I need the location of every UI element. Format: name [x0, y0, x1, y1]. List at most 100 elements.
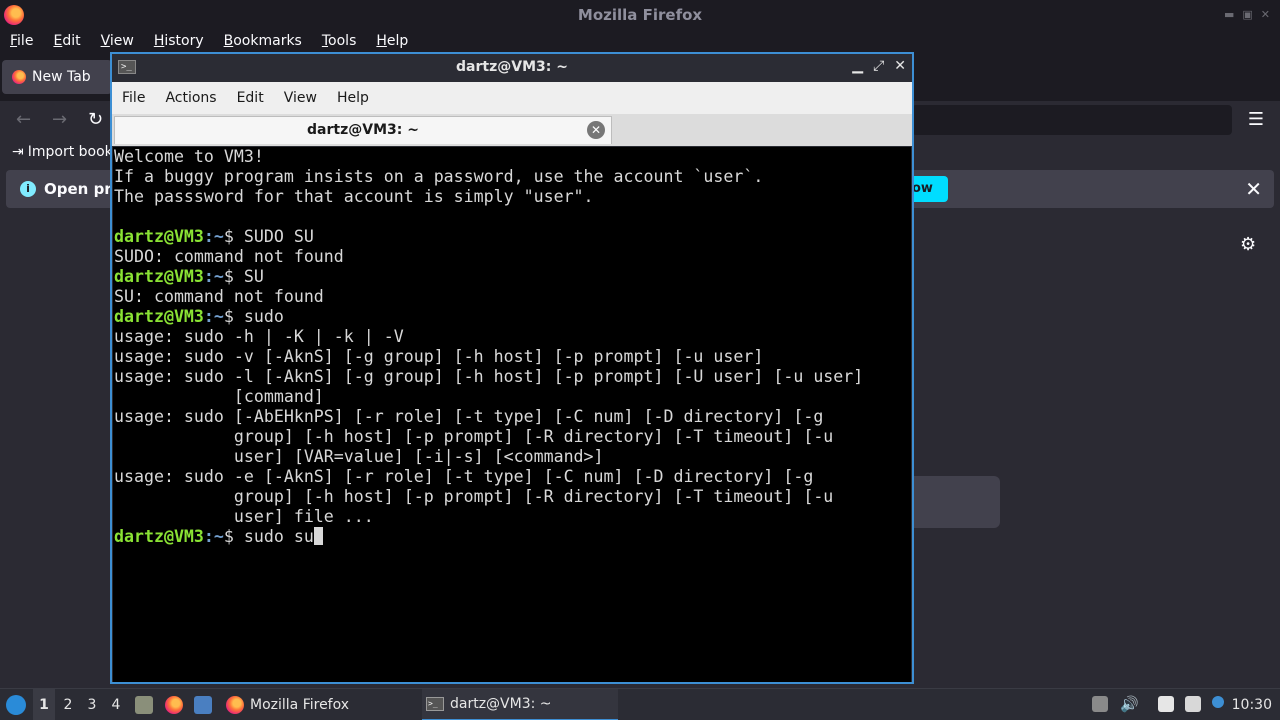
terminal-output-line: user] [VAR=value] [-i|-s] [<command>] [114, 447, 604, 466]
prompt-user: dartz@VM3 [114, 307, 204, 326]
minimize-icon[interactable]: ▁ [852, 58, 863, 74]
terminal-output-line: SUDO: command not found [114, 247, 344, 266]
show-desktop-icon[interactable] [194, 696, 212, 714]
workspace-4[interactable]: 4 [105, 689, 127, 720]
task-firefox[interactable]: Mozilla Firefox [222, 689, 412, 720]
terminal-prompt-line: dartz@VM3:~$ sudo su [114, 527, 911, 547]
firefox-window-title: Mozilla Firefox [577, 6, 703, 24]
terminal-output-line: usage: sudo -h | -K | -k | -V [114, 327, 404, 346]
prompt-user: dartz@VM3 [114, 267, 204, 286]
firefox-menu-file[interactable]: File [10, 33, 33, 49]
command-text: sudo su [243, 527, 314, 546]
prompt-path: :~ [203, 267, 224, 286]
firefox-menu-view[interactable]: View [101, 33, 134, 49]
firefox-menu-edit[interactable]: Edit [53, 33, 80, 49]
prompt-symbol: $ [223, 527, 244, 546]
clock[interactable]: 10:30 [1232, 689, 1272, 720]
prompt-path: :~ [203, 527, 224, 546]
firefox-titlebar: Mozilla Firefox ▬ ▣ ✕ [0, 0, 1280, 30]
terminal-prompt-line: dartz@VM3:~$ SUDO SU [114, 227, 911, 247]
prompt-user: dartz@VM3 [114, 527, 204, 546]
prompt-symbol: $ [223, 307, 244, 326]
terminal-tab[interactable]: dartz@VM3: ~ ✕ [114, 116, 612, 144]
terminal-output[interactable]: Welcome to VM3! If a buggy program insist… [113, 147, 911, 682]
terminal-output-line: [command] [114, 387, 324, 406]
terminal-output-line: group] [-h host] [-p prompt] [-R directo… [114, 427, 834, 446]
workspace-2[interactable]: 2 [57, 689, 79, 720]
forward-icon[interactable]: → [52, 109, 67, 130]
firefox-menu-bookmarks[interactable]: Bookmarks [224, 33, 302, 49]
terminal-output-line: usage: sudo -v [-AknS] [-g group] [-h ho… [114, 347, 764, 366]
terminal-output-line: usage: sudo -l [-AknS] [-g group] [-h ho… [114, 367, 864, 386]
terminal-output-line: SU: command not found [114, 287, 324, 306]
close-icon[interactable]: ✕ [1261, 8, 1270, 21]
workspace-1[interactable]: 1 [33, 689, 55, 720]
gear-icon[interactable]: ⚙ [1240, 234, 1256, 255]
terminal-output-line: user] file ... [114, 507, 374, 526]
maximize-icon[interactable]: ▣ [1242, 8, 1252, 21]
menu-icon[interactable]: ☰ [1248, 109, 1264, 130]
terminal-output-line: usage: sudo -e [-AknS] [-r role] [-t typ… [114, 467, 814, 486]
close-icon[interactable]: ✕ [587, 121, 605, 139]
task-firefox-label: Mozilla Firefox [250, 697, 350, 713]
import-bookmarks-label: Import book [27, 144, 113, 160]
terminal-menu-help[interactable]: Help [337, 90, 369, 106]
url-bar[interactable] [912, 105, 1232, 135]
terminal-output-line: group] [-h host] [-p prompt] [-R directo… [114, 487, 834, 506]
terminal-menu-edit[interactable]: Edit [237, 90, 264, 106]
terminal-menu-view[interactable]: View [284, 90, 317, 106]
shortcut-card[interactable] [900, 476, 1000, 528]
maximize-icon[interactable]: ⤢ [873, 58, 884, 74]
network-icon[interactable] [1185, 696, 1201, 712]
tab-new-tab[interactable]: New Tab [2, 60, 112, 94]
terminal-prompt-line: dartz@VM3:~$ sudo [114, 307, 911, 327]
terminal-tab-label: dartz@VM3: ~ [307, 122, 419, 138]
terminal-output-line: The passsword for that account is simply… [114, 187, 594, 206]
taskbar: 1 2 3 4 Mozilla Firefox >_ dartz@VM3: ~ … [0, 688, 1280, 720]
firefox-menu-tools[interactable]: Tools [322, 33, 357, 49]
tab-label: New Tab [32, 69, 91, 85]
terminal-icon: >_ [426, 697, 444, 711]
terminal-menu-file[interactable]: File [122, 90, 145, 106]
terminal-prompt-line: dartz@VM3:~$ SU [114, 267, 911, 287]
terminal-window-controls: ▁ ⤢ ✕ [852, 58, 906, 74]
volume-icon[interactable]: 🔊 [1120, 696, 1139, 712]
firefox-icon [226, 696, 244, 714]
firefox-window-controls[interactable]: ▬ ▣ ✕ [1224, 8, 1270, 21]
command-text: sudo [243, 307, 284, 326]
firefox-menubar: File Edit View History Bookmarks Tools H… [0, 30, 1280, 52]
minimize-icon[interactable]: ▬ [1224, 8, 1234, 21]
info-icon: i [20, 181, 36, 197]
firefox-menu-help[interactable]: Help [376, 33, 408, 49]
back-icon[interactable]: ← [16, 109, 31, 130]
tray-arrow-icon[interactable] [1092, 696, 1108, 712]
notification-icon[interactable] [1212, 696, 1224, 708]
reload-icon[interactable]: ↻ [88, 109, 103, 130]
command-text: SUDO SU [243, 227, 314, 246]
workspace-3[interactable]: 3 [81, 689, 103, 720]
file-manager-icon[interactable] [135, 696, 153, 714]
terminal-menubar: File Actions Edit View Help [112, 82, 912, 114]
terminal-output-line: If a buggy program insists on a password… [114, 167, 764, 186]
prompt-symbol: $ [223, 227, 244, 246]
command-text: SU [243, 267, 264, 286]
terminal-window-title: dartz@VM3: ~ [456, 59, 568, 75]
terminal-titlebar: >_ dartz@VM3: ~ ▁ ⤢ ✕ [112, 54, 912, 82]
terminal-output-line: Welcome to VM3! [114, 147, 264, 166]
terminal-menu-actions[interactable]: Actions [165, 90, 216, 106]
close-icon[interactable]: ✕ [1245, 177, 1262, 201]
prompt-path: :~ [203, 307, 224, 326]
terminal-window: >_ dartz@VM3: ~ ▁ ⤢ ✕ File Actions Edit … [110, 52, 914, 684]
task-terminal-label: dartz@VM3: ~ [450, 696, 552, 712]
firefox-launcher-icon[interactable] [165, 696, 183, 714]
prompt-symbol: $ [223, 267, 244, 286]
firefox-tab-icon [12, 70, 26, 84]
clipboard-icon[interactable] [1158, 696, 1174, 712]
prompt-user: dartz@VM3 [114, 227, 204, 246]
start-menu-icon[interactable] [6, 695, 26, 715]
firefox-menu-history[interactable]: History [154, 33, 204, 49]
text-cursor [313, 527, 323, 545]
close-icon[interactable]: ✕ [894, 58, 906, 74]
import-bookmarks-button[interactable]: ⇥ Import book [12, 144, 113, 160]
task-terminal[interactable]: >_ dartz@VM3: ~ [422, 689, 618, 720]
